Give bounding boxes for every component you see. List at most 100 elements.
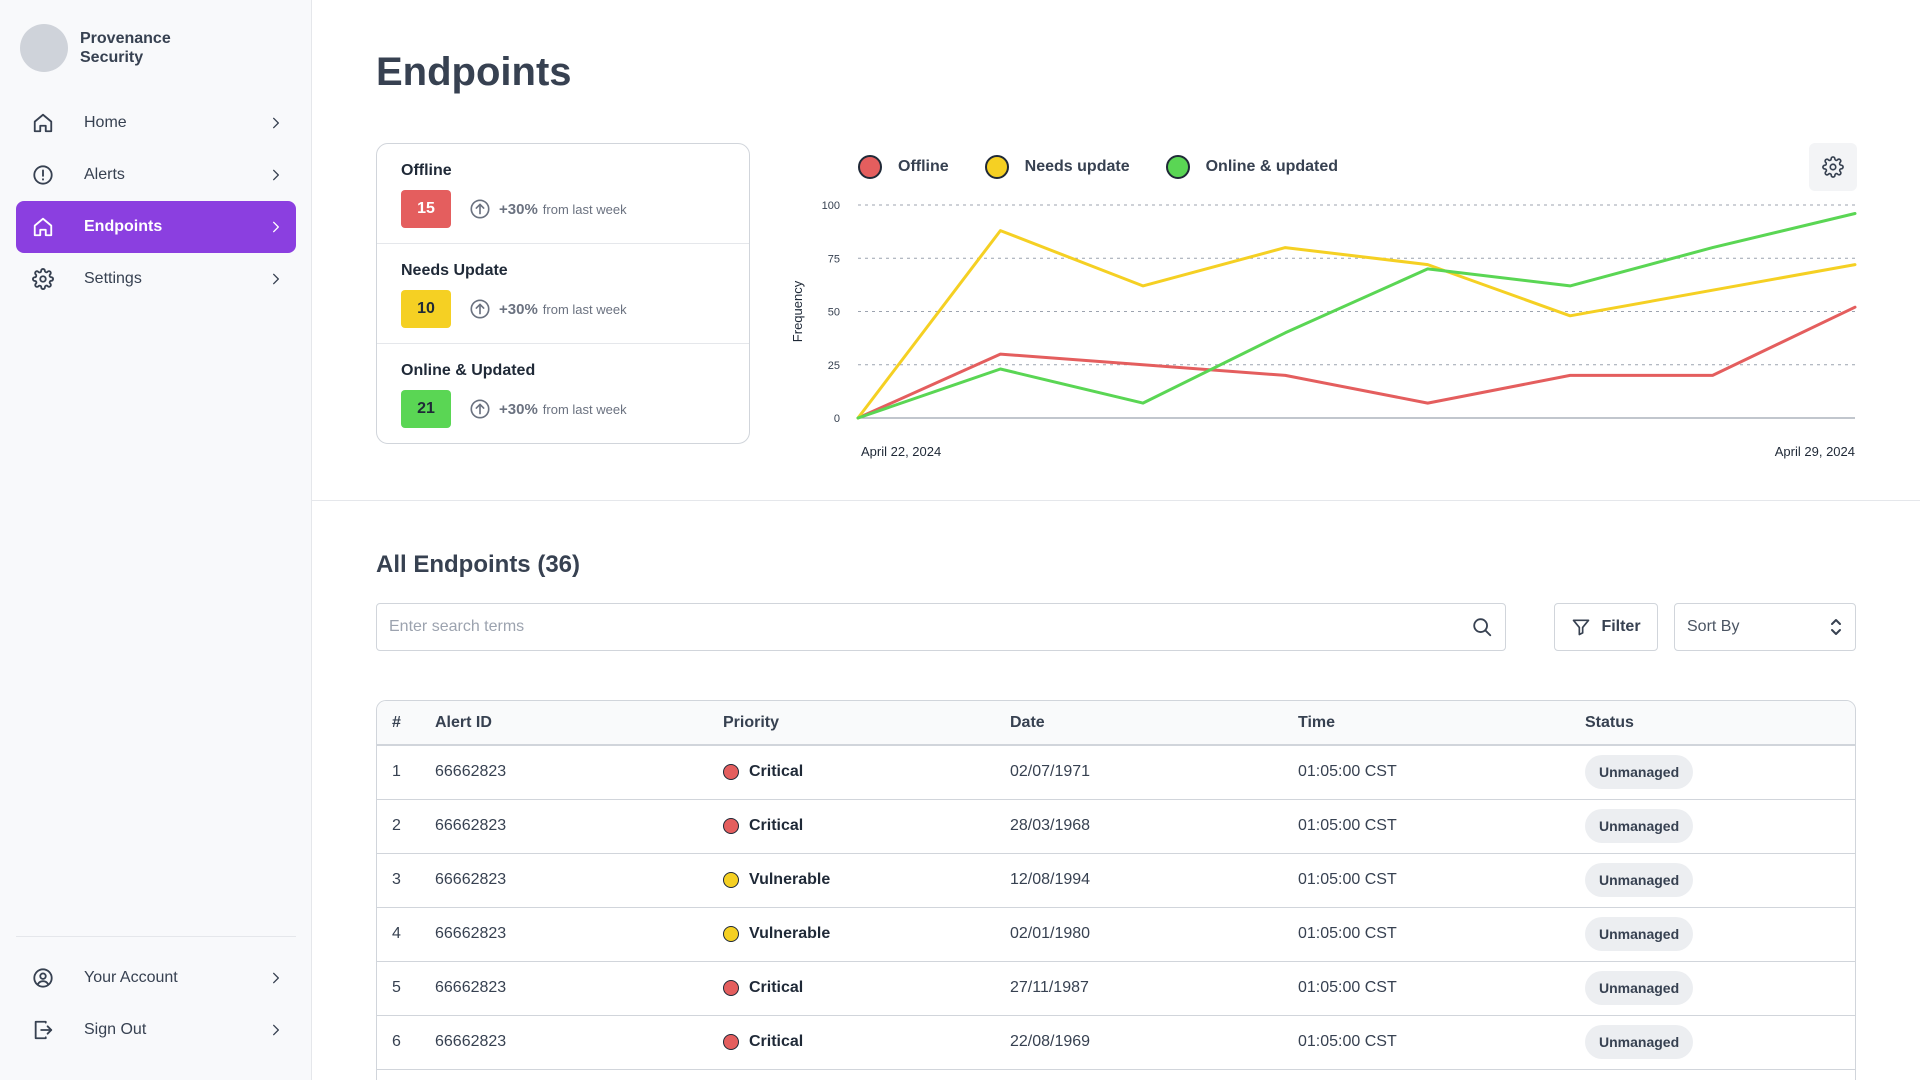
section-divider xyxy=(312,500,1920,501)
status-badge: Unmanaged xyxy=(1585,863,1694,897)
page-title: Endpoints xyxy=(376,50,572,94)
cell-time: 01:05:00 CST xyxy=(1298,871,1397,888)
stat-change-sub: from last week xyxy=(542,401,627,417)
sidebar-item-your-account[interactable]: Your Account xyxy=(16,952,296,1004)
avatar xyxy=(20,24,68,72)
y-tick-label: 25 xyxy=(828,360,840,372)
column-header[interactable]: Status xyxy=(1585,701,1855,745)
sidebar-item-settings[interactable]: Settings xyxy=(16,253,296,305)
cell-time: 01:05:00 CST xyxy=(1298,763,1397,781)
stat-label: Needs Update xyxy=(401,262,508,279)
chevron-right-icon xyxy=(268,219,284,235)
priority-label: Vulnerable xyxy=(749,871,831,888)
chart-legend: Offline Needs update Online & updated xyxy=(858,155,1374,179)
filter-icon xyxy=(1571,617,1591,637)
sidebar-item-label: Settings xyxy=(84,270,142,287)
legend-label: Offline xyxy=(898,158,949,175)
priority-dot xyxy=(723,980,739,996)
priority-dot xyxy=(723,818,739,834)
stat-needs-update: Needs Update 10 +30% from last week xyxy=(377,244,749,344)
chevron-right-icon xyxy=(268,115,284,131)
column-header[interactable]: # xyxy=(377,701,435,745)
table-row[interactable]: 4 66662823 Vulnerable 02/01/1980 01:05:0… xyxy=(377,907,1855,961)
table-row[interactable]: 2 66662823 Critical 28/03/1968 01:05:00 … xyxy=(377,799,1855,853)
cell-num: 4 xyxy=(392,925,401,942)
cell-priority: Critical xyxy=(723,961,1010,1015)
legend-swatch xyxy=(858,155,882,179)
cell-date: 12/08/1994 xyxy=(1010,871,1091,888)
sort-by-select[interactable]: Sort By xyxy=(1674,603,1856,651)
legend-item-needs-update[interactable]: Needs update xyxy=(984,155,1130,179)
cell-priority: Critical xyxy=(723,799,1010,853)
cell-alert-id: 66662823 xyxy=(435,979,507,996)
cell-time: 01:05:00 CST xyxy=(1298,817,1397,834)
table-row[interactable]: 5 66662823 Critical 27/11/1987 01:05:00 … xyxy=(377,961,1855,1015)
y-tick-label: 100 xyxy=(822,200,840,212)
alert-circle-icon xyxy=(32,164,54,186)
arrow-up-circle-icon xyxy=(469,198,491,220)
search-bar xyxy=(376,603,1506,651)
series-line xyxy=(856,305,1857,420)
cell-status: Unmanaged xyxy=(1585,1015,1855,1069)
cell-num: 3 xyxy=(392,871,401,888)
legend-item-online-updated[interactable]: Online & updated xyxy=(1165,155,1338,179)
table-row[interactable]: 6 66662823 Critical 22/08/1969 01:05:00 … xyxy=(377,1015,1855,1069)
column-header[interactable]: Date xyxy=(1010,701,1298,745)
column-header[interactable]: Time xyxy=(1298,701,1585,745)
y-tick-label: 75 xyxy=(828,253,840,265)
cell-date: 22/08/1969 xyxy=(1010,1033,1091,1050)
cell-alert-id: 66662823 xyxy=(435,1033,507,1050)
chart-settings-button[interactable] xyxy=(1809,143,1857,191)
priority-label: Critical xyxy=(749,817,804,834)
stat-value-badge: 10 xyxy=(401,290,451,328)
filter-button[interactable]: Filter xyxy=(1554,603,1658,651)
cell-num: 1 xyxy=(392,763,401,781)
sidebar-item-label: Endpoints xyxy=(84,218,163,235)
priority-label: Vulnerable xyxy=(749,925,831,942)
status-badge: Unmanaged xyxy=(1585,1025,1694,1059)
search-icon[interactable] xyxy=(1471,616,1493,638)
x-tick-label: April 29, 2024 xyxy=(1775,444,1855,459)
column-header[interactable]: Priority xyxy=(723,701,1010,745)
y-tick-label: 0 xyxy=(834,413,840,425)
legend-item-offline[interactable]: Offline xyxy=(858,155,949,179)
stat-change: +30% xyxy=(499,200,538,218)
cell-priority: Vulnerable xyxy=(723,907,1010,961)
table-row[interactable]: 3 66662823 Vulnerable 12/08/1994 01:05:0… xyxy=(377,853,1855,907)
cell-alert-id: 66662823 xyxy=(435,925,507,942)
column-header[interactable]: Alert ID xyxy=(435,701,723,745)
cell-date: 02/01/1980 xyxy=(1010,925,1091,942)
stat-change-sub: from last week xyxy=(542,301,627,317)
table-row[interactable]: 1 66662823 Critical 02/07/1971 01:05:00 … xyxy=(377,745,1855,799)
arrow-up-circle-icon xyxy=(469,398,491,420)
sidebar-item-alerts[interactable]: Alerts xyxy=(16,149,296,201)
brand: Provenance Security xyxy=(20,24,190,72)
endpoints-table: # Alert ID Priority Date Time Status 1 6… xyxy=(376,700,1856,1080)
cell-time: 01:05:00 CST xyxy=(1298,925,1397,942)
table-header-row: # Alert ID Priority Date Time Status xyxy=(377,701,1855,745)
stat-label: Offline xyxy=(401,162,452,179)
line-chart: 0 25 50 75 100 Frequency April 22, 2024 April 2… xyxy=(792,200,1857,459)
sidebar-divider xyxy=(16,936,296,937)
search-input[interactable] xyxy=(389,618,1471,636)
main-content: Endpoints Offline 15 +30% from last week… xyxy=(312,0,1920,1080)
status-badge: Unmanaged xyxy=(1585,809,1694,843)
brand-name: Provenance Security xyxy=(80,30,171,66)
sidebar-item-sign-out[interactable]: Sign Out xyxy=(16,1004,296,1056)
cell-status: Unmanaged xyxy=(1585,799,1855,853)
series-line xyxy=(856,212,1857,420)
chevron-up-down-icon xyxy=(1829,617,1843,637)
cell-status: Unmanaged xyxy=(1585,961,1855,1015)
legend-label: Needs update xyxy=(1024,158,1130,175)
priority-dot xyxy=(723,926,739,942)
stat-offline: Offline 15 +30% from last week xyxy=(377,144,749,244)
sidebar-item-home[interactable]: Home xyxy=(16,97,296,149)
status-badge: Unmanaged xyxy=(1585,755,1694,790)
status-badge: Unmanaged xyxy=(1585,971,1694,1005)
stat-value-badge: 21 xyxy=(401,390,451,428)
cell-priority: Critical xyxy=(723,1015,1010,1069)
sidebar-item-label: Home xyxy=(84,114,127,131)
home-icon xyxy=(32,216,54,238)
sidebar-item-endpoints[interactable]: Endpoints xyxy=(16,201,296,253)
y-tick-label: 50 xyxy=(828,307,840,319)
